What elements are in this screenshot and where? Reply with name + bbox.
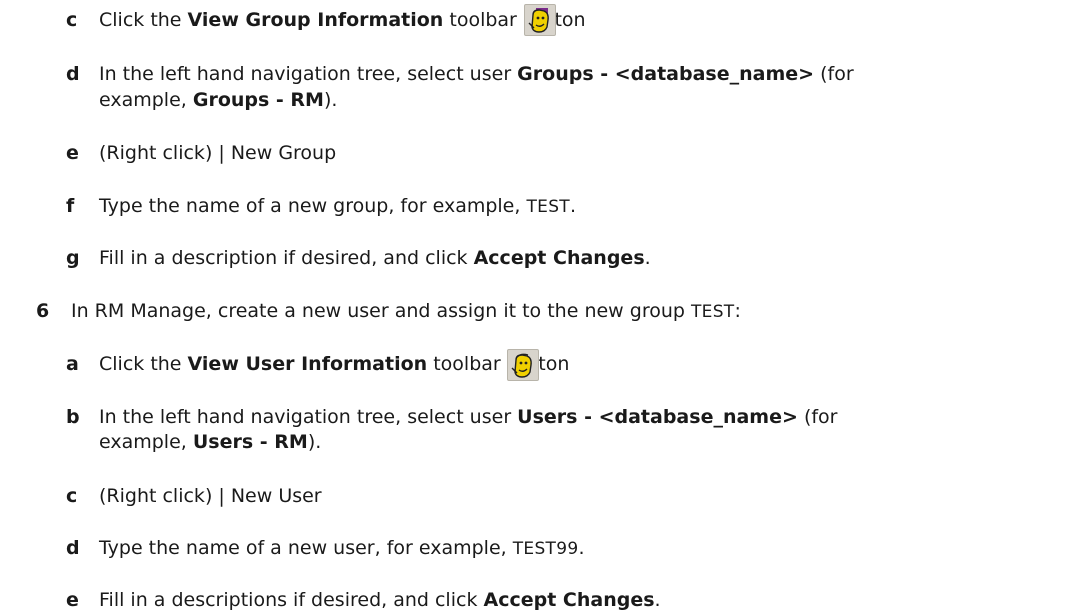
step-e2-text: Fill in a descriptions if desired, and c…	[99, 589, 661, 611]
step-number-6: 6	[36, 300, 50, 322]
view-group-information-icon	[524, 4, 556, 36]
step-c-text: Click the View Group Information toolbar…	[99, 9, 586, 31]
view-user-information-icon	[507, 349, 539, 381]
step-b-line2: example, Users - RM).	[99, 431, 322, 453]
step-d-line2: example, Groups - RM).	[99, 89, 338, 111]
step-label-a: a	[66, 353, 79, 375]
step-d2-text: Type the name of a new user, for example…	[99, 537, 585, 559]
step-label-e2: e	[66, 589, 79, 611]
step-label-g: g	[66, 247, 80, 269]
step-label-e: e	[66, 142, 79, 164]
step-a-text: Click the View User Information toolbar …	[99, 353, 570, 375]
step-6-text: In RM Manage, create a new user and assi…	[71, 300, 741, 322]
step-c2-text: (Right click) | New User	[99, 485, 322, 507]
step-g-text: Fill in a description if desired, and cl…	[99, 247, 651, 269]
step-label-d: d	[66, 63, 80, 85]
step-b-line1: In the left hand navigation tree, select…	[99, 406, 838, 428]
step-label-c2: c	[66, 485, 78, 507]
step-d-line1: In the left hand navigation tree, select…	[99, 63, 854, 85]
step-label-b: b	[66, 406, 80, 428]
step-f-text: Type the name of a new group, for exampl…	[99, 195, 577, 217]
step-label-d2: d	[66, 537, 80, 559]
step-label-f: f	[66, 195, 75, 217]
step-label-c: c	[66, 9, 78, 31]
step-e-text: (Right click) | New Group	[99, 142, 337, 164]
